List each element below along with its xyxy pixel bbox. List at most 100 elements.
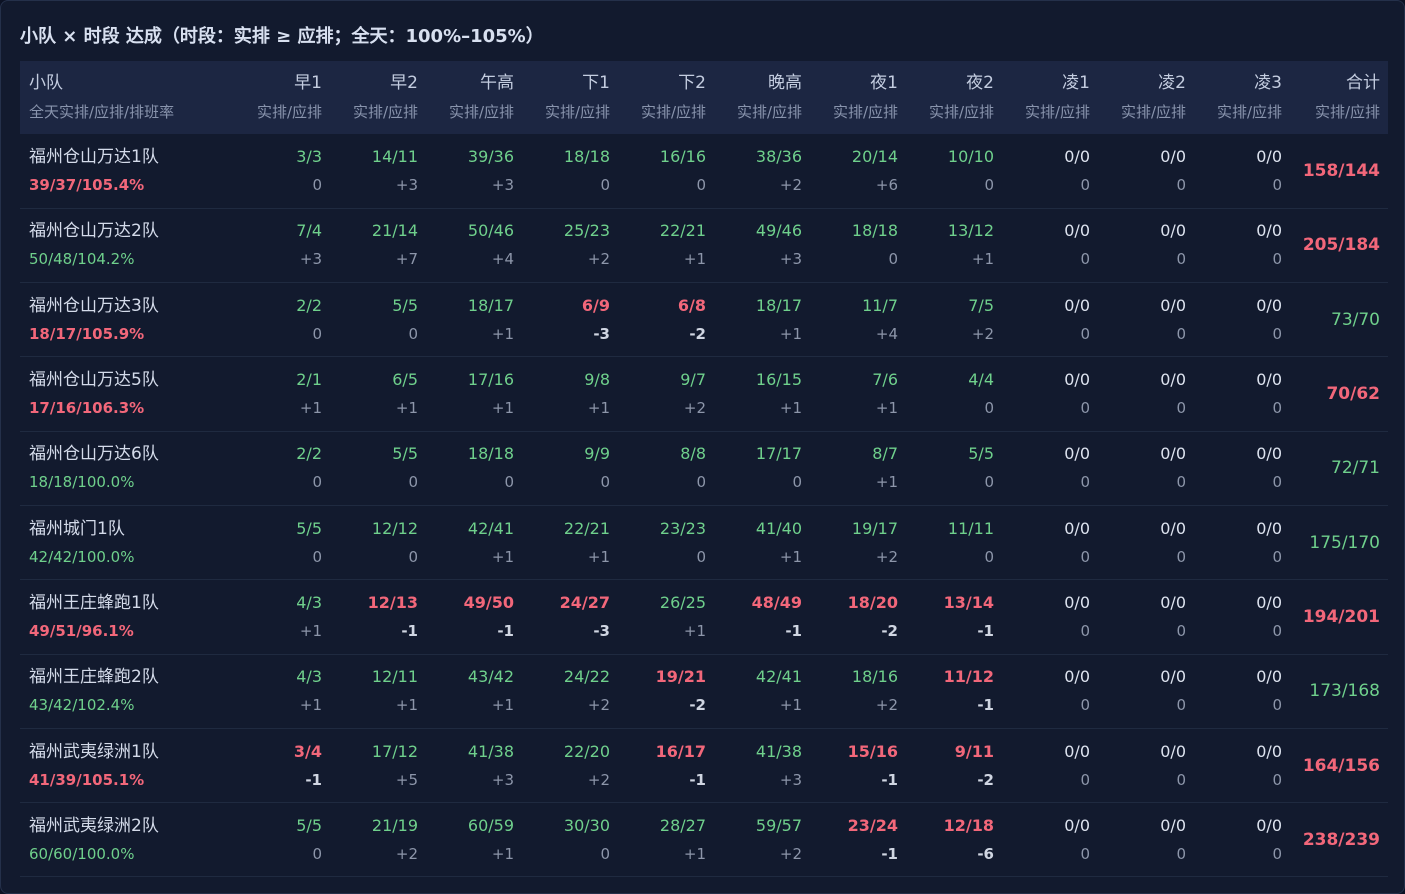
column-header-team[interactable]: 小队 全天实排/应排/排班率	[20, 61, 233, 134]
slot-diff: +3	[395, 175, 418, 194]
column-header-slot[interactable]: 夜2 实排/应排	[906, 61, 1002, 134]
table-body: 福州仓山万达1队 39/37/105.4% 3/3 0 14/11 +3 39/36 +3 18…	[20, 134, 1388, 877]
slot-diff: +1	[491, 399, 514, 418]
slot-diff: 0	[984, 547, 994, 566]
slot-cell: 18/16 +2	[810, 654, 906, 728]
total-value: 194/201	[1302, 606, 1380, 627]
total-cell: 194/201	[1290, 580, 1388, 654]
column-header-total[interactable]: 合计 实排/应排	[1290, 61, 1388, 134]
slot-diff: -1	[881, 770, 898, 789]
slot-diff: 0	[312, 324, 322, 343]
column-header-team-label: 小队	[29, 73, 63, 93]
slot-value: 18/17	[467, 295, 514, 315]
slot-value: 50/46	[467, 221, 514, 241]
total-value: 73/70	[1331, 309, 1380, 330]
slot-diff: 0	[312, 175, 322, 194]
column-header-slot[interactable]: 下2 实排/应排	[618, 61, 714, 134]
column-header-slot[interactable]: 凌1 实排/应排	[1002, 61, 1098, 134]
slot-value: 17/17	[755, 444, 802, 464]
slot-value: 16/17	[655, 741, 706, 761]
slot-diff: 0	[696, 473, 706, 492]
table-row[interactable]: 福州王庄蜂跑1队 49/51/96.1% 4/3 +1 12/13 -1 49/50 -1 24…	[20, 580, 1388, 655]
slot-cell: 41/40 +1	[714, 505, 810, 579]
slot-diff: 0	[312, 844, 322, 863]
column-header-slot[interactable]: 夜1 实排/应排	[810, 61, 906, 134]
slot-value: 0/0	[1064, 518, 1090, 538]
table-row[interactable]: 福州仓山万达6队 18/18/100.0% 2/2 0 5/5 0 18/18 0 9/9 0 8/…	[20, 431, 1388, 506]
slot-diff: 0	[504, 473, 514, 492]
column-header-team-sub: 全天实排/应排/排班率	[29, 103, 175, 121]
column-header-slot-sub: 实排/应排	[1120, 103, 1186, 121]
slot-cell: 0/0 0	[1194, 505, 1290, 579]
table-row[interactable]: 福州王庄蜂跑2队 43/42/102.4% 4/3 +1 12/11 +1 43/42 +1 2…	[20, 654, 1388, 729]
table-row[interactable]: 福州仓山万达2队 50/48/104.2% 7/4 +3 21/14 +7 50/46 +4 2…	[20, 208, 1388, 283]
slot-cell: 3/3 0	[233, 134, 330, 208]
table-row[interactable]: 福州仓山万达5队 17/16/106.3% 2/1 +1 6/5 +1 17/16 +1 9/8…	[20, 357, 1388, 432]
slot-cell: 2/2 0	[233, 283, 330, 357]
slot-value: 6/8	[677, 295, 706, 315]
column-header-slot[interactable]: 凌3 实排/应排	[1194, 61, 1290, 134]
slot-value: 0/0	[1064, 221, 1090, 241]
slot-diff: +2	[971, 324, 994, 343]
slot-diff: +1	[587, 399, 610, 418]
team-name: 福州武夷绿洲1队	[29, 741, 159, 762]
slot-diff: +1	[299, 399, 322, 418]
column-header-slot[interactable]: 凌2 实排/应排	[1098, 61, 1194, 134]
slot-value: 22/21	[659, 221, 706, 241]
slot-diff: 0	[984, 399, 994, 418]
slot-cell: 25/23 +2	[522, 208, 618, 282]
column-header-slot[interactable]: 早1 实排/应排	[233, 61, 330, 134]
table-row[interactable]: 福州城门1队 42/42/100.0% 5/5 0 12/12 0 42/41 +1 22/21…	[20, 505, 1388, 580]
column-header-slot[interactable]: 午高 实排/应排	[426, 61, 522, 134]
slot-value: 5/5	[296, 815, 322, 835]
column-header-slot[interactable]: 晚高 实排/应排	[714, 61, 810, 134]
slot-cell: 4/3 +1	[233, 580, 330, 654]
table-row[interactable]: 福州武夷绿洲1队 41/39/105.1% 3/4 -1 17/12 +5 41/38 +3 2…	[20, 728, 1388, 803]
slot-diff: 0	[1272, 250, 1282, 269]
column-header-total-sub: 实排/应排	[1314, 103, 1380, 121]
column-header-slot-sub: 实排/应排	[352, 103, 418, 121]
slot-cell: 21/19 +2	[330, 803, 426, 877]
slot-cell: 10/10 0	[906, 134, 1002, 208]
slot-cell: 5/5 0	[233, 505, 330, 579]
slot-cell: 0/0 0	[1002, 283, 1098, 357]
table-row[interactable]: 福州仓山万达1队 39/37/105.4% 3/3 0 14/11 +3 39/36 +3 18…	[20, 134, 1388, 209]
slot-diff: +2	[875, 547, 898, 566]
slot-cell: 0/0 0	[1194, 134, 1290, 208]
table-row[interactable]: 福州武夷绿洲2队 60/60/100.0% 5/5 0 21/19 +2 60/59 +1 30…	[20, 803, 1388, 877]
slot-cell: 17/17 0	[714, 431, 810, 505]
slot-cell: 20/14 +6	[810, 134, 906, 208]
team-cell: 福州武夷绿洲1队 41/39/105.1%	[20, 728, 233, 802]
slot-diff: +1	[683, 844, 706, 863]
slot-diff: +1	[299, 621, 322, 640]
slot-diff: +3	[779, 250, 802, 269]
slot-value: 43/42	[467, 667, 514, 687]
slot-value: 0/0	[1064, 667, 1090, 687]
slot-diff: 0	[1176, 547, 1186, 566]
slot-cell: 0/0 0	[1098, 803, 1194, 877]
slot-diff: -1	[497, 621, 514, 640]
total-cell: 205/184	[1290, 208, 1388, 282]
team-name: 福州仓山万达5队	[29, 370, 159, 391]
slot-value: 7/6	[872, 370, 898, 390]
slot-diff: +5	[395, 770, 418, 789]
slot-value: 23/24	[847, 815, 898, 835]
slot-value: 25/23	[563, 221, 610, 241]
slot-value: 3/3	[296, 146, 322, 166]
column-header-slot-sub: 实排/应排	[448, 103, 514, 121]
slot-value: 13/12	[947, 221, 994, 241]
column-header-slot[interactable]: 早2 实排/应排	[330, 61, 426, 134]
slot-cell: 0/0 0	[1098, 580, 1194, 654]
slot-cell: 3/4 -1	[233, 728, 330, 802]
slot-value: 41/38	[755, 741, 802, 761]
slot-cell: 9/7 +2	[618, 357, 714, 431]
slot-value: 23/23	[659, 518, 706, 538]
slot-value: 18/17	[755, 295, 802, 315]
team-name: 福州仓山万达3队	[29, 295, 159, 316]
team-name: 福州王庄蜂跑2队	[29, 667, 159, 688]
table-row[interactable]: 福州仓山万达3队 18/17/105.9% 2/2 0 5/5 0 18/17 +1 6/9 -3…	[20, 283, 1388, 357]
slot-diff: 0	[408, 324, 418, 343]
slot-value: 6/9	[581, 295, 610, 315]
column-header-slot[interactable]: 下1 实排/应排	[522, 61, 618, 134]
slot-diff: 0	[984, 175, 994, 194]
